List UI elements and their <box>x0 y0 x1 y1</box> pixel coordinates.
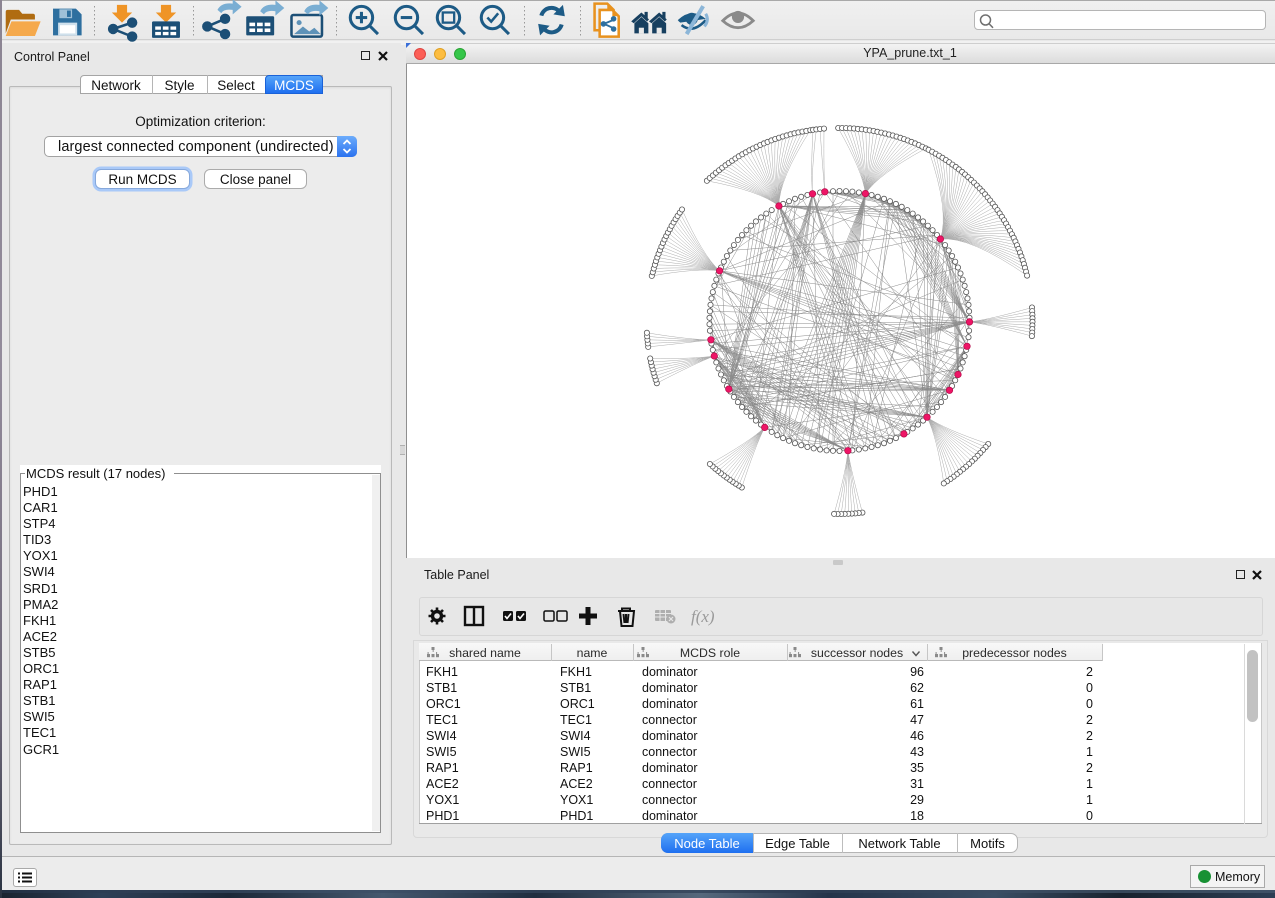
svg-text:f(x): f(x) <box>691 607 715 626</box>
